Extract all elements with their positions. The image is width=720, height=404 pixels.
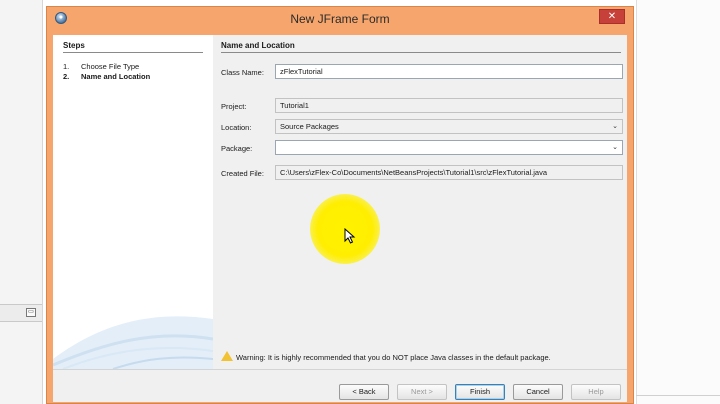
step-number: 2. <box>63 72 70 81</box>
section-divider <box>221 52 621 53</box>
decorative-swoosh <box>53 316 213 369</box>
background-left-panel <box>0 0 43 404</box>
window-title: New JFrame Form <box>290 12 390 26</box>
cancel-button[interactable]: Cancel <box>513 384 563 400</box>
back-button[interactable]: < Back <box>339 384 389 400</box>
finish-button[interactable]: Finish <box>455 384 505 400</box>
warning-text: Warning: It is highly recommended that y… <box>236 353 551 362</box>
created-file-label: Created File: <box>221 169 264 178</box>
background-right-panel <box>636 0 720 404</box>
steps-divider <box>63 52 203 53</box>
package-label: Package: <box>221 144 253 153</box>
button-bar: < Back Next > Finish Cancel Help <box>53 369 627 402</box>
chevron-down-icon[interactable]: ⌄ <box>612 141 618 154</box>
help-button[interactable]: Help <box>571 384 621 400</box>
steps-panel: Steps 1. Choose File Type 2. Name and Loca… <box>53 35 213 369</box>
class-name-label: Class Name: <box>221 68 264 77</box>
background-divider <box>636 395 720 396</box>
package-combo[interactable]: ⌄ <box>275 140 623 155</box>
title-bar[interactable]: ● New JFrame Form ✕ <box>47 7 633 31</box>
created-file-field: C:\Users\zFlex-Co\Documents\NetBeansProj… <box>275 165 623 180</box>
steps-header: Steps <box>63 41 85 50</box>
location-select[interactable]: Source Packages ⌄ <box>275 119 623 134</box>
project-field: Tutorial1 <box>275 98 623 113</box>
step-name-and-location: 2. Name and Location <box>63 72 150 81</box>
warning-triangle-icon <box>221 351 233 361</box>
mouse-pointer-icon <box>344 228 356 244</box>
step-label: Name and Location <box>81 72 151 81</box>
minimize-panel-icon[interactable]: ▭ <box>26 308 36 317</box>
step-choose-file-type: 1. Choose File Type <box>63 62 139 71</box>
location-value: Source Packages <box>280 122 339 131</box>
chevron-down-icon[interactable]: ⌄ <box>612 120 618 133</box>
close-button[interactable]: ✕ <box>599 9 625 24</box>
project-label: Project: <box>221 102 247 111</box>
section-title: Name and Location <box>221 41 295 50</box>
default-package-warning: Warning: It is highly recommended that y… <box>221 351 551 362</box>
class-name-field[interactable]: zFlexTutorial <box>275 64 623 79</box>
location-label: Location: <box>221 123 252 132</box>
next-button[interactable]: Next > <box>397 384 447 400</box>
name-and-location-panel: Name and Location Class Name: zFlexTutor… <box>219 35 627 369</box>
step-label: Choose File Type <box>81 62 140 71</box>
step-number: 1. <box>63 62 70 71</box>
